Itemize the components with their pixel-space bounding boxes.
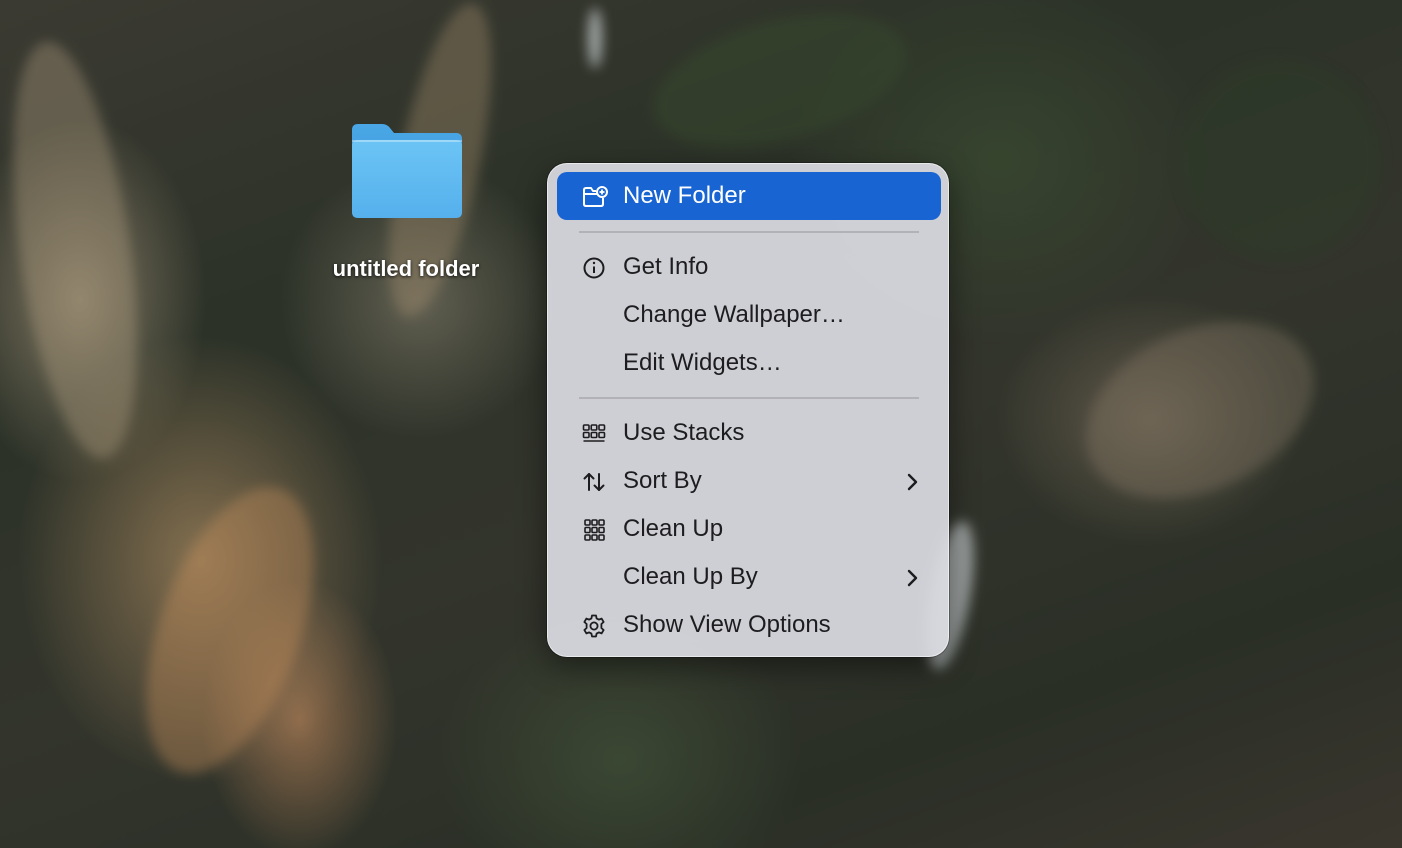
menu-item-label: Show View Options [623,611,831,638]
folder-icon[interactable] [346,120,466,226]
menu-separator [579,231,919,233]
menu-item-label: Get Info [623,253,709,280]
context-menu: New Folder Get Info Change Wallpaper… Ed… [547,163,949,657]
grid-dots-icon [581,517,607,543]
menu-item-sort-by[interactable]: Sort By [557,457,941,505]
menu-separator [579,397,919,399]
new-folder-icon [581,184,608,210]
menu-item-label: Clean Up [623,515,724,542]
menu-item-clean-up[interactable]: Clean Up [557,505,941,553]
menu-item-show-view-options[interactable]: Show View Options [557,601,941,649]
folder-label[interactable]: untitled folder [333,256,480,282]
info-circle-icon [581,255,607,281]
chevron-right-icon [905,567,919,587]
menu-item-label: Clean Up By [623,563,758,590]
menu-item-label: New Folder [623,182,746,209]
menu-item-use-stacks[interactable]: Use Stacks [557,409,941,457]
menu-item-label: Edit Widgets… [623,349,782,376]
menu-item-label: Sort By [623,467,702,494]
gear-icon [581,613,607,639]
menu-item-get-info[interactable]: Get Info [557,243,941,291]
menu-item-change-wallpaper[interactable]: Change Wallpaper… [557,291,941,339]
menu-item-label: Use Stacks [623,419,745,446]
chevron-right-icon [905,471,919,491]
desktop-folder[interactable]: untitled folder [300,120,512,290]
sort-arrows-icon [581,469,607,495]
menu-item-new-folder[interactable]: New Folder [557,172,941,220]
menu-item-clean-up-by[interactable]: Clean Up By [557,553,941,601]
stacks-icon [581,421,607,447]
menu-item-edit-widgets[interactable]: Edit Widgets… [557,339,941,387]
menu-item-label: Change Wallpaper… [623,301,845,328]
